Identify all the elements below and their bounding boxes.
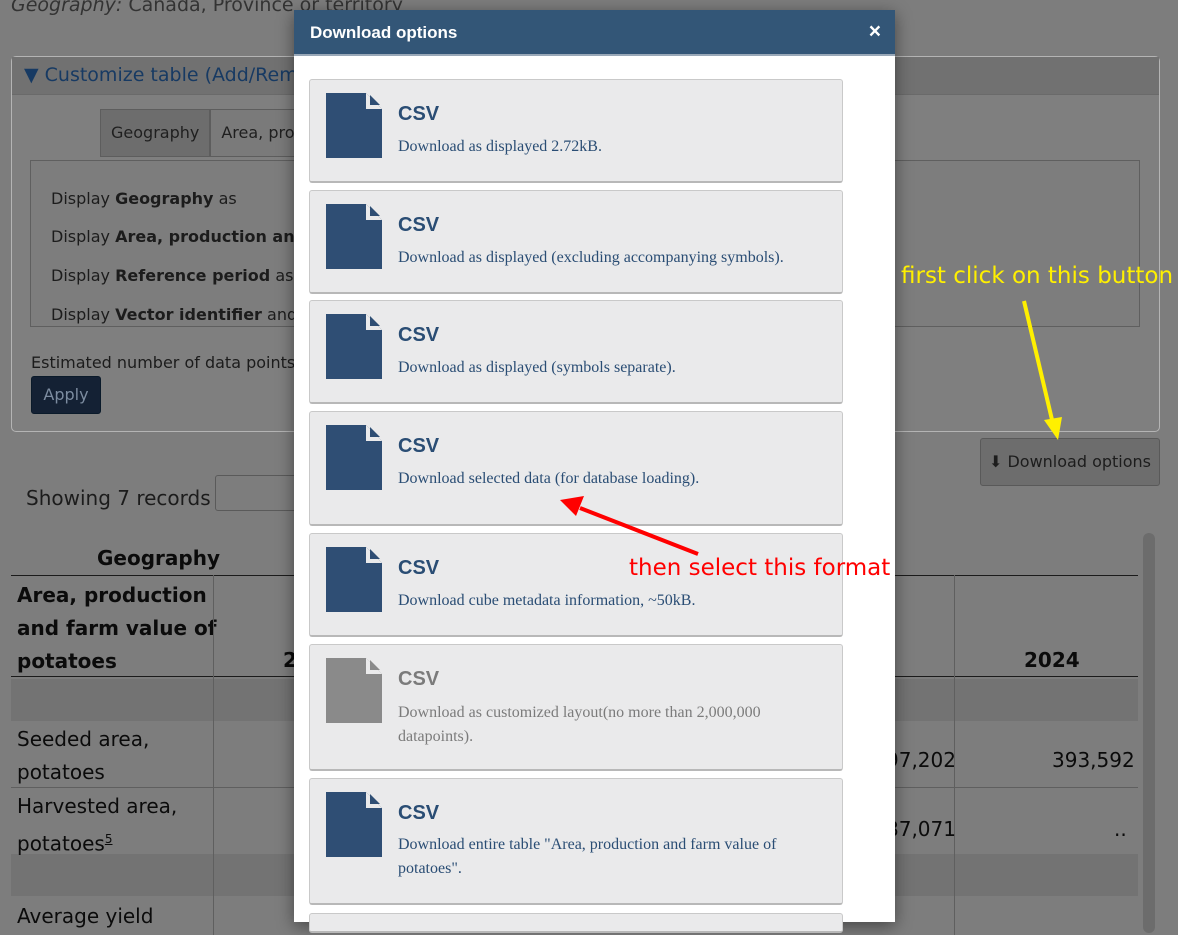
page: Geography: Canada, Province or territory… [0, 0, 1178, 935]
red-arrow [560, 496, 699, 556]
yellow-arrow [1022, 300, 1062, 440]
annotation-arrows [560, 300, 1062, 556]
